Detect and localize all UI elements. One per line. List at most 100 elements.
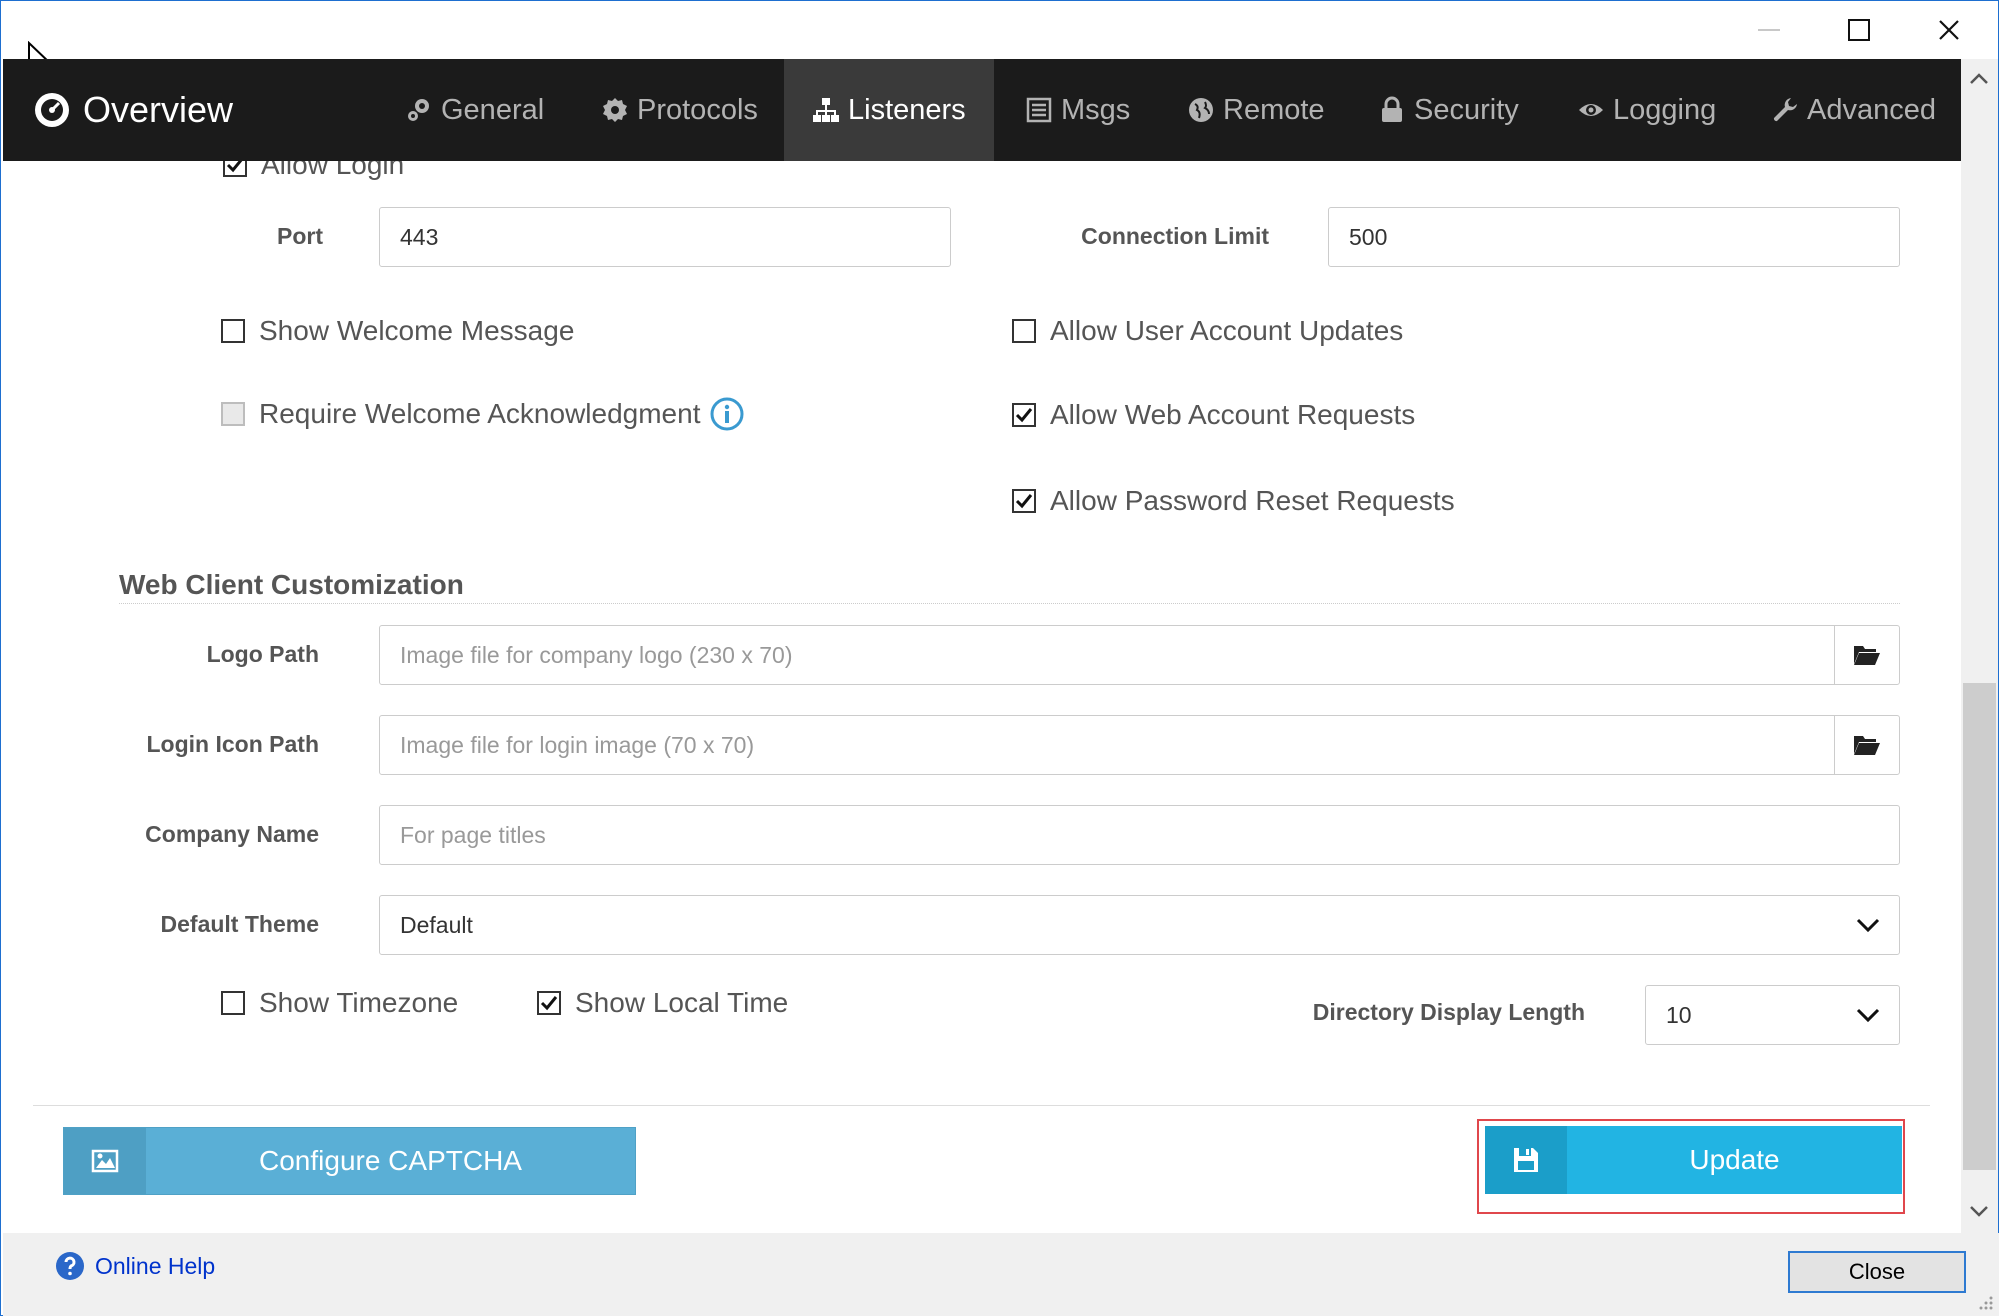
tab-protocols-label: Protocols <box>637 93 758 126</box>
scrollbar-thumb[interactable] <box>1963 683 1996 1170</box>
show-timezone-row[interactable]: Show Timezone <box>221 987 458 1019</box>
tab-general[interactable]: General <box>377 59 572 161</box>
tab-remote-label: Remote <box>1223 93 1325 126</box>
company-name-input[interactable]: For page titles <box>379 805 1900 865</box>
port-input[interactable]: 443 <box>379 207 951 267</box>
checkmark-icon <box>1015 494 1033 509</box>
configure-captcha-label: Configure CAPTCHA <box>259 1145 522 1176</box>
tab-msgs[interactable]: Msgs <box>997 59 1158 161</box>
checkmark-icon <box>1015 408 1033 423</box>
chevron-down-icon <box>1856 918 1880 933</box>
directory-display-length-select[interactable]: 10 <box>1645 985 1900 1045</box>
allow-user-account-updates-row[interactable]: Allow User Account Updates <box>1012 315 1403 347</box>
listener-settings-panel: Allow Login Port 443 Connection Limit 50… <box>33 161 1930 1106</box>
close-window-button[interactable] <box>1921 9 1977 51</box>
tab-listeners[interactable]: Listeners <box>784 59 994 161</box>
tab-security-label: Security <box>1414 93 1519 126</box>
dashboard-icon <box>35 93 69 127</box>
allow-web-account-requests-checkbox[interactable] <box>1012 403 1036 427</box>
require-welcome-ack-label: Require Welcome Acknowledgment <box>259 398 701 429</box>
show-timezone-label: Show Timezone <box>259 987 459 1018</box>
maximize-button[interactable] <box>1831 9 1887 51</box>
online-help-link[interactable]: Online Help <box>55 1251 215 1281</box>
chevron-down-icon <box>1856 1008 1880 1023</box>
tab-msgs-label: Msgs <box>1061 93 1131 126</box>
connection-limit-label: Connection Limit <box>1081 223 1269 249</box>
folder-open-icon <box>1854 736 1880 755</box>
tab-listeners-label: Listeners <box>848 93 966 126</box>
allow-password-reset-row[interactable]: Allow Password Reset Requests <box>1012 485 1455 517</box>
info-icon[interactable] <box>710 397 744 431</box>
connection-limit-input[interactable]: 500 <box>1328 207 1900 267</box>
vertical-scrollbar[interactable] <box>1961 59 1998 1233</box>
tab-advanced-label: Advanced <box>1807 93 1936 126</box>
allow-web-account-requests-row[interactable]: Allow Web Account Requests <box>1012 399 1415 431</box>
allow-password-reset-label: Allow Password Reset Requests <box>1050 485 1455 516</box>
configure-captcha-button[interactable]: Configure CAPTCHA <box>63 1127 636 1195</box>
eye-icon <box>1579 104 1603 116</box>
gear-icon <box>603 98 627 122</box>
footer-divider <box>33 1105 1930 1106</box>
tab-protocols[interactable]: Protocols <box>573 59 786 161</box>
help-icon <box>56 1252 84 1280</box>
allow-login-checkbox[interactable] <box>223 161 247 177</box>
maximize-icon <box>1848 19 1870 41</box>
online-help-label: Online Help <box>95 1252 216 1279</box>
allow-login-label: Allow Login <box>261 161 405 180</box>
allow-login-checkbox-row[interactable]: Allow Login <box>223 161 404 181</box>
logo-path-label: Logo Path <box>206 641 319 667</box>
login-icon-path-input[interactable]: Image file for login image (70 x 70) <box>379 715 1835 775</box>
browse-login-icon-button[interactable] <box>1834 715 1900 775</box>
checkmark-icon <box>540 996 558 1011</box>
save-icon-wrap <box>1485 1126 1567 1194</box>
allow-user-account-updates-checkbox[interactable] <box>1012 319 1036 343</box>
scroll-up-arrow-icon[interactable] <box>1967 67 1991 91</box>
tab-advanced[interactable]: Advanced <box>1743 59 1964 161</box>
list-icon <box>1026 97 1052 123</box>
logo-path-input[interactable]: Image file for company logo (230 x 70) <box>379 625 1835 685</box>
login-icon-path-label: Login Icon Path <box>146 731 320 757</box>
title-bar <box>1 1 1998 59</box>
show-welcome-message-checkbox[interactable] <box>221 319 245 343</box>
image-icon <box>91 1149 119 1173</box>
show-welcome-message-row[interactable]: Show Welcome Message <box>221 315 574 347</box>
update-button[interactable]: Update <box>1485 1126 1902 1194</box>
close-button[interactable]: Close <box>1788 1251 1966 1293</box>
brand-overview[interactable]: Overview <box>33 59 233 161</box>
allow-password-reset-checkbox[interactable] <box>1012 489 1036 513</box>
tab-security[interactable]: Security <box>1350 59 1547 161</box>
tab-remote[interactable]: Remote <box>1159 59 1353 161</box>
lock-icon <box>1382 96 1402 122</box>
allow-web-account-requests-label: Allow Web Account Requests <box>1050 399 1416 430</box>
require-welcome-ack-row: Require Welcome Acknowledgment <box>221 397 744 431</box>
show-timezone-checkbox[interactable] <box>221 991 245 1015</box>
default-theme-label: Default Theme <box>160 911 319 937</box>
globe-icon <box>1189 98 1213 122</box>
minimize-button[interactable] <box>1741 9 1797 51</box>
minimize-icon <box>1758 29 1780 31</box>
show-local-time-label: Show Local Time <box>575 987 789 1018</box>
company-name-label: Company Name <box>145 821 319 847</box>
tab-logging-label: Logging <box>1613 93 1717 126</box>
default-theme-select[interactable]: Default <box>379 895 1900 955</box>
show-local-time-row[interactable]: Show Local Time <box>537 987 788 1019</box>
show-welcome-message-label: Show Welcome Message <box>259 315 575 346</box>
application-window: Overview General Protocols Listeners Msg… <box>0 0 1999 1316</box>
checkmark-icon <box>226 161 243 173</box>
show-local-time-checkbox[interactable] <box>537 991 561 1015</box>
section-divider <box>119 603 1900 604</box>
save-icon <box>1514 1148 1538 1172</box>
directory-display-length-value: 10 <box>1666 1001 1692 1028</box>
update-label: Update <box>1689 1144 1780 1175</box>
browse-logo-button[interactable] <box>1834 625 1900 685</box>
resize-grip-icon[interactable] <box>1976 1293 1994 1311</box>
image-icon-wrap <box>64 1128 146 1194</box>
tab-logging[interactable]: Logging <box>1549 59 1744 161</box>
scroll-down-arrow-icon[interactable] <box>1967 1199 1991 1223</box>
wrench-icon <box>1773 98 1797 122</box>
sitemap-icon <box>813 98 839 122</box>
allow-user-account-updates-label: Allow User Account Updates <box>1050 315 1404 346</box>
bottom-bar <box>3 1233 1999 1316</box>
tab-general-label: General <box>441 93 545 126</box>
require-welcome-ack-checkbox <box>221 402 245 426</box>
